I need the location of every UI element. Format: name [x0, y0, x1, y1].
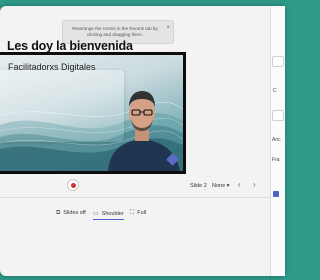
tab-full[interactable]: ⛶ Full	[130, 210, 146, 219]
tab-slides-off[interactable]: ⧉ Slides off	[56, 210, 86, 219]
fullscreen-icon: ⛶	[130, 210, 135, 216]
tab-label: Slides off	[63, 210, 86, 216]
slides-off-icon: ⧉	[56, 210, 61, 216]
presenter-control-bar	[0, 176, 270, 196]
divider	[0, 197, 270, 198]
shoulder-icon: ▭	[93, 211, 99, 217]
panel-label: Anc	[272, 137, 281, 143]
panel-input[interactable]	[272, 56, 284, 67]
checkbox-checked[interactable]	[273, 191, 279, 197]
panel-label: C	[273, 88, 277, 94]
chevron-right-icon[interactable]: ›	[253, 181, 256, 189]
tab-label: Full	[137, 210, 147, 216]
notes-dropdown[interactable]: None ▾	[212, 183, 229, 189]
panel-input[interactable]	[272, 110, 284, 121]
chevron-left-icon[interactable]: ‹	[238, 181, 241, 189]
record-icon	[71, 183, 76, 188]
hint-toast-message: Rearrange the rooms in the Rooms tab by …	[72, 26, 158, 37]
slide-title: Les doy la bienvenida	[7, 39, 133, 53]
tab-label: Shoulder	[101, 211, 124, 217]
tab-shoulder[interactable]: ▭ Shoulder	[93, 210, 124, 220]
slide-subtitle: Facilitadorxs Digitales	[8, 62, 96, 72]
close-icon[interactable]: ×	[166, 25, 170, 31]
slide-indicator: Slide 2	[190, 183, 207, 189]
record-button[interactable]	[67, 179, 79, 191]
panel-label: Fra	[272, 157, 280, 163]
